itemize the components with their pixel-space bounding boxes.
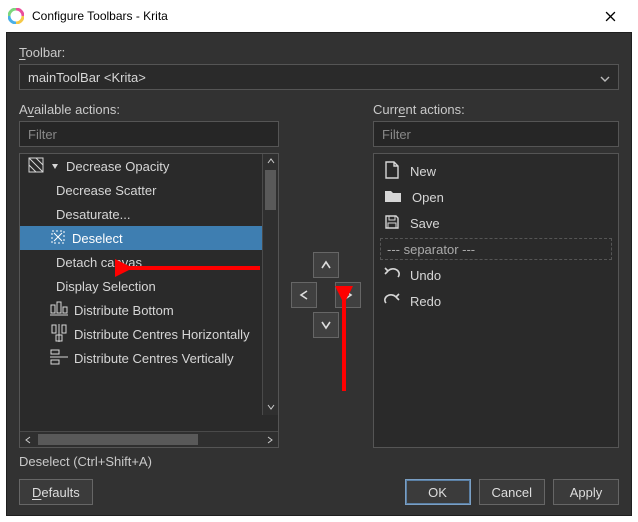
distribute-bottom-icon (50, 300, 68, 321)
opacity-icon (28, 157, 44, 176)
available-item[interactable]: Deselect (20, 226, 262, 250)
item-label: Distribute Centres Vertically (74, 351, 234, 366)
folder-open-icon (384, 188, 402, 207)
cancel-button[interactable]: Cancel (479, 479, 545, 505)
item-label: Undo (410, 268, 441, 283)
current-item[interactable]: Open (374, 184, 618, 210)
available-item[interactable]: Decrease Scatter (20, 178, 262, 202)
item-label: Detach canvas (56, 255, 142, 270)
item-label: Decrease Scatter (56, 183, 156, 198)
available-filter[interactable] (19, 121, 279, 147)
available-filter-input[interactable] (28, 127, 270, 142)
scroll-right-icon[interactable] (262, 432, 278, 447)
move-right-button[interactable] (335, 282, 361, 308)
available-item[interactable]: Distribute Centres Horizontally (20, 322, 262, 346)
scroll-thumb[interactable] (265, 170, 276, 210)
available-item[interactable]: Display Selection (20, 274, 262, 298)
item-label: Distribute Bottom (74, 303, 174, 318)
available-list[interactable]: Decrease Opacity Decrease Scatter Desatura… (19, 153, 279, 448)
window-title: Configure Toolbars - Krita (32, 9, 590, 23)
available-hscrollbar[interactable] (20, 431, 278, 447)
item-label: New (410, 164, 436, 179)
move-up-button[interactable] (313, 252, 339, 278)
distribute-centers-v-icon (50, 348, 68, 369)
current-item[interactable]: Redo (374, 288, 618, 314)
available-vscrollbar[interactable] (262, 154, 278, 415)
current-label: Current actions: (373, 102, 619, 117)
scroll-up-icon[interactable] (263, 154, 278, 169)
undo-icon (384, 267, 400, 284)
chevron-down-icon (600, 70, 610, 85)
available-item[interactable]: Detach canvas (20, 250, 262, 274)
current-item[interactable]: Save (374, 210, 618, 236)
dialog-panel: Toolbar: mainToolBar <Krita> Available a… (6, 32, 632, 516)
current-item[interactable]: New (374, 158, 618, 184)
item-label: Redo (410, 294, 441, 309)
current-filter[interactable] (373, 121, 619, 147)
dialog-button-row: Defaults OK Cancel Apply (19, 479, 619, 505)
defaults-button[interactable]: Defaults (19, 479, 93, 505)
available-item[interactable]: Distribute Bottom (20, 298, 262, 322)
redo-icon (384, 293, 400, 310)
scroll-thumb[interactable] (38, 434, 198, 445)
distribute-centers-h-icon (50, 324, 68, 345)
item-label: Desaturate... (56, 207, 130, 222)
current-item[interactable]: Undo (374, 262, 618, 288)
available-item[interactable]: Desaturate... (20, 202, 262, 226)
apply-button[interactable]: Apply (553, 479, 619, 505)
available-column: Available actions: Decrease OpacityDecre… (19, 102, 279, 448)
item-label: Distribute Centres Horizontally (74, 327, 250, 342)
scroll-left-icon[interactable] (20, 432, 36, 447)
item-label: Open (412, 190, 444, 205)
current-filter-input[interactable] (382, 127, 610, 142)
expand-icon (50, 159, 60, 174)
toolbar-selected: mainToolBar <Krita> (28, 70, 146, 85)
toolbar-label: Toolbar: (19, 45, 619, 60)
scroll-down-icon[interactable] (263, 399, 278, 415)
item-label: Decrease Opacity (66, 159, 169, 174)
item-label: Save (410, 216, 440, 231)
titlebar: Configure Toolbars - Krita (0, 0, 638, 32)
toolbar-combobox[interactable]: mainToolBar <Krita> (19, 64, 619, 90)
status-text: Deselect (Ctrl+Shift+A) (19, 454, 619, 469)
item-label: Deselect (72, 231, 123, 246)
move-buttons (291, 102, 361, 448)
window-close-button[interactable] (590, 0, 630, 32)
current-list[interactable]: New Open Save --- separator --- Undo Redo (373, 153, 619, 448)
move-down-button[interactable] (313, 312, 339, 338)
save-icon (384, 214, 400, 233)
separator-label: --- separator --- (387, 242, 475, 257)
available-label: Available actions: (19, 102, 279, 117)
available-item[interactable]: Decrease Opacity (20, 154, 262, 178)
item-label: Display Selection (56, 279, 156, 294)
ok-button[interactable]: OK (405, 479, 471, 505)
file-new-icon (384, 161, 400, 182)
current-item[interactable]: --- separator --- (380, 238, 612, 260)
deselect-icon (50, 229, 66, 248)
move-left-button[interactable] (291, 282, 317, 308)
krita-icon (8, 8, 24, 24)
available-item[interactable]: Distribute Centres Vertically (20, 346, 262, 370)
current-column: Current actions: New Open Save --- separato… (373, 102, 619, 448)
